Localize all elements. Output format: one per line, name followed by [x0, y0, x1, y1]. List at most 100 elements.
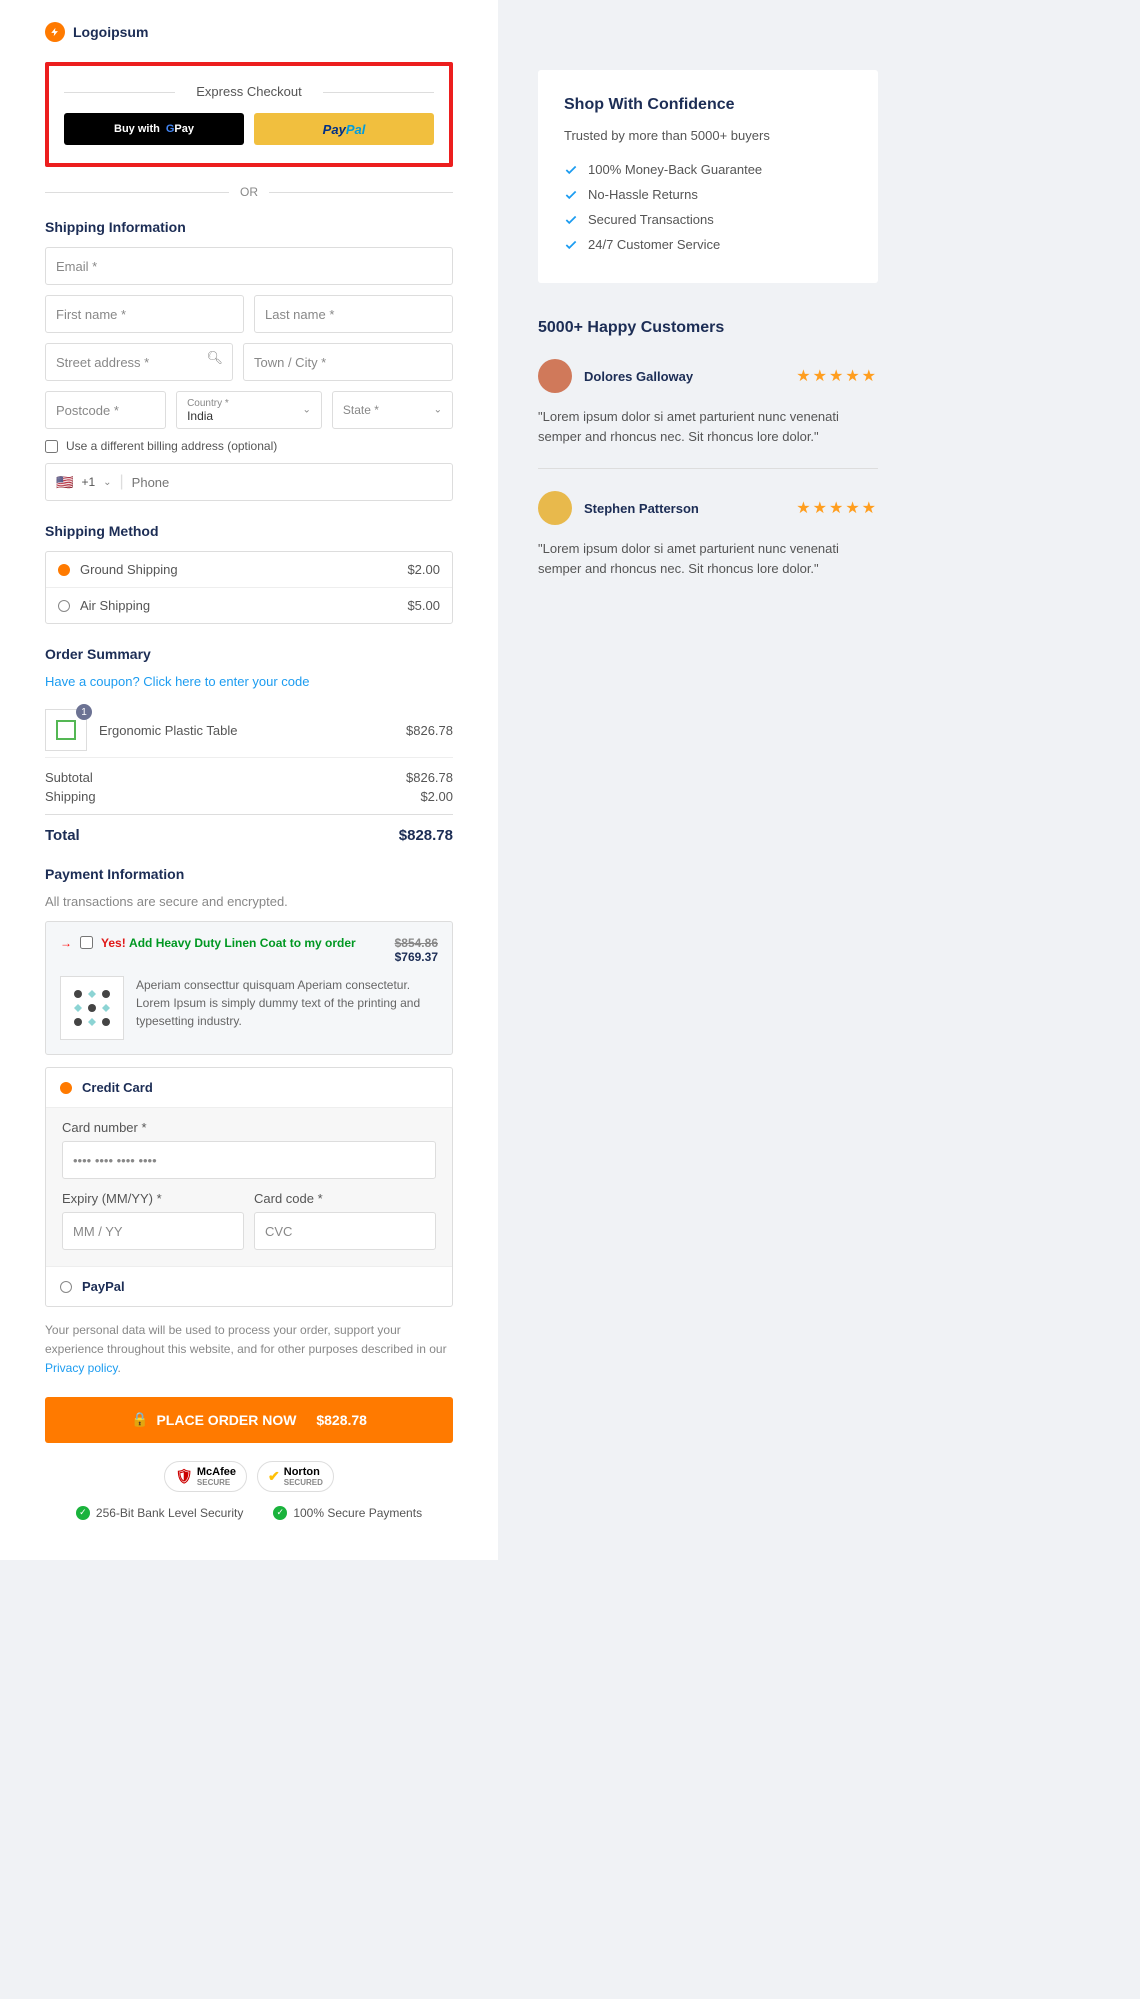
review-text: "Lorem ipsum dolor si amet parturient nu…: [538, 539, 878, 578]
lock-icon: 🔒: [131, 1411, 148, 1428]
qty-badge: 1: [76, 704, 92, 720]
product-name: Ergonomic Plastic Table: [99, 723, 238, 738]
check-icon: [564, 188, 578, 202]
coupon-link[interactable]: Have a coupon? Click here to enter your …: [45, 674, 453, 689]
radio-on-icon: [60, 1082, 72, 1094]
product-row: 1 Ergonomic Plastic Table $826.78: [45, 703, 453, 758]
state-placeholder: State *: [343, 403, 442, 417]
payment-heading: Payment Information: [45, 866, 453, 882]
shipping-method-heading: Shipping Method: [45, 523, 453, 539]
upsell-checkbox[interactable]: [80, 936, 93, 949]
billing-checkbox[interactable]: Use a different billing address (optiona…: [45, 439, 453, 453]
billing-label: Use a different billing address (optiona…: [66, 439, 277, 453]
avatar: [538, 359, 572, 393]
mcafee-badge: 🛡McAfeeSECURE: [164, 1461, 247, 1492]
city-field[interactable]: [243, 343, 453, 381]
chevron-down-icon: ⌄: [103, 477, 111, 488]
search-icon: 🔍︎: [206, 350, 223, 366]
logo-icon: [45, 22, 65, 42]
reviews-box: 5000+ Happy Customers Dolores Galloway★★…: [538, 319, 878, 600]
trust-badges: 🛡McAfeeSECURE ✔NortonSECURED: [45, 1461, 453, 1492]
subtotal-label: Subtotal: [45, 770, 93, 785]
sec-text-2: 100% Secure Payments: [293, 1506, 422, 1520]
payment-subtitle: All transactions are secure and encrypte…: [45, 894, 453, 909]
country-value: India: [187, 409, 311, 423]
sec-text-1: 256-Bit Bank Level Security: [96, 1506, 243, 1520]
expiry-field[interactable]: [62, 1212, 244, 1250]
radio-on-icon: [58, 564, 70, 576]
cc-label: Credit Card: [82, 1080, 153, 1095]
avatar: [538, 491, 572, 525]
country-select[interactable]: Country * India ⌄: [176, 391, 322, 429]
expiry-label: Expiry (MM/YY) *: [62, 1191, 244, 1206]
email-field[interactable]: [45, 247, 453, 285]
flag-icon: 🇺🇸: [56, 474, 73, 491]
first-name-field[interactable]: [45, 295, 244, 333]
logo-text: Logoipsum: [73, 24, 148, 40]
upsell-old-price: $854.86: [395, 936, 438, 950]
ground-shipping-option[interactable]: Ground Shipping $2.00: [46, 552, 452, 587]
stars-icon: ★★★★★: [796, 498, 878, 518]
phone-field[interactable]: 🇺🇸 +1 ⌄ |: [45, 463, 453, 501]
paypal-option[interactable]: PayPal: [46, 1267, 452, 1306]
upsell-desc: Aperiam consecttur quisquam Aperiam cons…: [136, 976, 438, 1040]
shipping-info-heading: Shipping Information: [45, 219, 453, 235]
credit-card-option[interactable]: Credit Card: [46, 1068, 452, 1107]
check-icon: ✓: [273, 1506, 287, 1520]
upsell-new-price: $769.37: [395, 950, 438, 964]
or-divider: OR: [45, 185, 453, 199]
phone-input[interactable]: [132, 475, 442, 490]
confidence-card: Shop With Confidence Trusted by more tha…: [538, 70, 878, 283]
confidence-item: 100% Money-Back Guarantee: [564, 157, 852, 182]
product-price: $826.78: [406, 723, 453, 738]
air-price: $5.00: [407, 598, 440, 613]
billing-check-input[interactable]: [45, 440, 58, 453]
postcode-field[interactable]: [45, 391, 166, 429]
air-label: Air Shipping: [80, 598, 150, 613]
paypal-label: PayPal: [82, 1279, 125, 1294]
place-order-amount: $828.78: [316, 1412, 367, 1428]
payment-method-group: Credit Card Card number * Expiry (MM/YY)…: [45, 1067, 453, 1307]
upsell-image: [60, 976, 124, 1040]
last-name-field[interactable]: [254, 295, 453, 333]
paypal-logo: PayPal: [323, 122, 366, 137]
shipping-label: Shipping: [45, 789, 96, 804]
air-shipping-option[interactable]: Air Shipping $5.00: [46, 587, 452, 623]
logo: Logoipsum: [45, 22, 453, 42]
chevron-down-icon: ⌄: [434, 405, 442, 416]
confidence-subtitle: Trusted by more than 5000+ buyers: [564, 128, 852, 143]
reviewer-name: Dolores Galloway: [584, 369, 784, 384]
state-select[interactable]: State * ⌄: [332, 391, 453, 429]
dial-code[interactable]: +1: [81, 475, 95, 489]
review: Stephen Patterson ★★★★★ "Lorem ipsum dolor…: [538, 491, 878, 600]
gpay-button[interactable]: Buy with GPay: [64, 113, 244, 145]
card-number-field[interactable]: [62, 1141, 436, 1179]
norton-badge: ✔NortonSECURED: [257, 1461, 334, 1492]
cvc-field[interactable]: [254, 1212, 436, 1250]
security-row: ✓256-Bit Bank Level Security ✓100% Secur…: [45, 1506, 453, 1520]
gpay-pre: Buy with: [114, 123, 160, 135]
radio-off-icon: [60, 1281, 72, 1293]
check-icon: [564, 213, 578, 227]
shipping-method-group: Ground Shipping $2.00 Air Shipping $5.00: [45, 551, 453, 624]
total-value: $828.78: [399, 827, 453, 844]
express-heading: Express Checkout: [64, 84, 434, 99]
address-field[interactable]: [45, 343, 233, 381]
check-icon: [564, 238, 578, 252]
total-label: Total: [45, 827, 80, 844]
place-order-label: PLACE ORDER NOW: [156, 1412, 296, 1428]
chevron-down-icon: ⌄: [303, 405, 311, 416]
ground-price: $2.00: [407, 562, 440, 577]
privacy-link[interactable]: Privacy policy: [45, 1361, 117, 1375]
paypal-button[interactable]: PayPal: [254, 113, 434, 145]
confidence-heading: Shop With Confidence: [564, 96, 852, 114]
order-summary-heading: Order Summary: [45, 646, 453, 662]
reviewer-name: Stephen Patterson: [584, 501, 784, 516]
confidence-item: No-Hassle Returns: [564, 182, 852, 207]
review: Dolores Galloway★★★★★"Lorem ipsum dolor …: [538, 359, 878, 469]
stars-icon: ★★★★★: [796, 366, 878, 386]
place-order-button[interactable]: 🔒 PLACE ORDER NOW $828.78: [45, 1397, 453, 1443]
upsell-yes: Yes!: [101, 936, 126, 950]
arrow-icon: →: [60, 936, 72, 950]
privacy-text: Your personal data will be used to proce…: [45, 1321, 453, 1379]
